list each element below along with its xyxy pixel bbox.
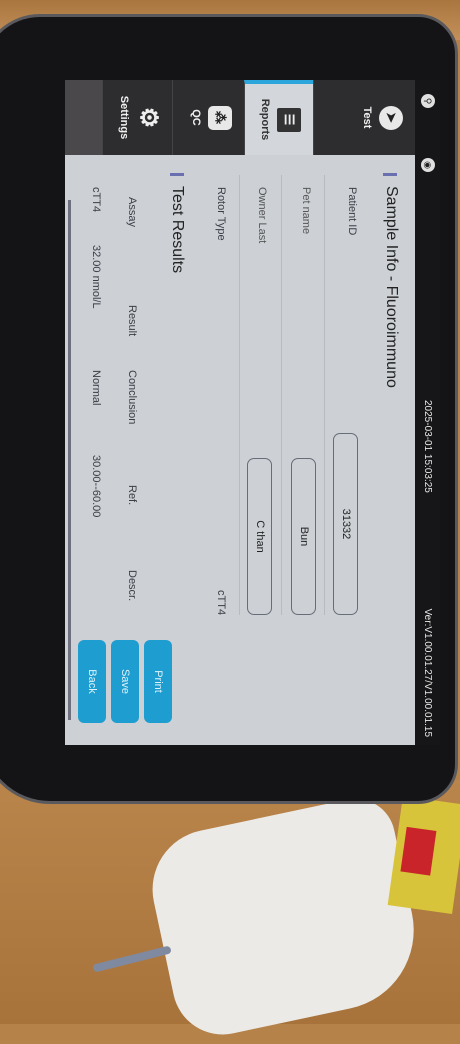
horizontal-scrollbar[interactable] xyxy=(68,200,71,720)
divider xyxy=(324,175,325,615)
divider xyxy=(239,175,240,615)
pet-name-label: Pet name xyxy=(300,187,312,235)
col-assay: Assay xyxy=(126,197,138,227)
back-button[interactable]: Back xyxy=(78,640,106,723)
usb-icon: ⚲ xyxy=(421,94,435,108)
tab-label: Test xyxy=(361,106,373,129)
col-ref: Ref. xyxy=(126,485,138,506)
owner-last-label: Owner Last xyxy=(256,187,268,244)
col-result: Result xyxy=(126,305,138,337)
test-arrow-icon: ➤ xyxy=(379,105,403,130)
divider xyxy=(281,175,282,615)
gear-icon: ⚙ xyxy=(135,106,162,129)
rotor-type-label: Rotor Type xyxy=(215,187,227,241)
test-results-title: Test Results xyxy=(169,186,186,274)
tab-label: Settings xyxy=(118,95,130,140)
screen-ui: ⚲ ◉ 2025-03-01 15:03:25 Ver:V1.00.01.27/… xyxy=(65,80,440,745)
row-ref: 30.00--60.00 xyxy=(90,455,102,518)
sample-info-title: Sample Info - Fluoroimmuno xyxy=(383,186,400,388)
device-screen: ⚲ ◉ 2025-03-01 15:03:25 Ver:V1.00.01.27/… xyxy=(65,80,440,745)
row-result: 32.00 nmol/L xyxy=(90,245,102,309)
print-button[interactable]: Print xyxy=(144,640,172,723)
row-conclusion: Normal xyxy=(90,370,102,406)
section-marker xyxy=(383,173,397,176)
version: Ver:V1.00.01.27/V1.00.01.15 xyxy=(422,608,433,737)
nav-filler xyxy=(65,80,102,155)
tab-label: Reports xyxy=(259,98,271,141)
section-marker xyxy=(170,173,184,176)
qc-nodes-icon: ⁂ xyxy=(208,105,232,130)
tab-test[interactable]: ➤ Test xyxy=(313,80,415,155)
datetime: 2025-03-01 15:03:25 xyxy=(422,400,433,493)
patient-id-field[interactable]: 31332 xyxy=(333,433,358,615)
save-button[interactable]: Save xyxy=(111,640,139,723)
pet-name-field[interactable]: Bun xyxy=(291,458,316,615)
owner-last-field[interactable]: C than xyxy=(247,458,272,615)
patient-id-label: Patient ID xyxy=(346,187,358,236)
status-bar: ⚲ ◉ 2025-03-01 15:03:25 Ver:V1.00.01.27/… xyxy=(415,80,440,745)
row-assay: cTT4 xyxy=(90,187,102,213)
tab-label: QC xyxy=(190,109,202,126)
rotor-type-value: cTT4 xyxy=(215,590,227,616)
col-conclusion: Conclusion xyxy=(126,370,138,425)
tab-qc[interactable]: ⁂ QC xyxy=(172,80,244,155)
reports-list-icon: ☰ xyxy=(277,107,301,132)
tab-settings[interactable]: ⚙ Settings xyxy=(102,80,172,155)
col-descr: Descr. xyxy=(126,570,138,602)
sidebar-nav: ➤ Test ☰ Reports ⁂ QC ⚙ Settings xyxy=(65,80,415,155)
wifi-icon: ◉ xyxy=(421,158,435,172)
tab-reports[interactable]: ☰ Reports xyxy=(244,80,313,155)
